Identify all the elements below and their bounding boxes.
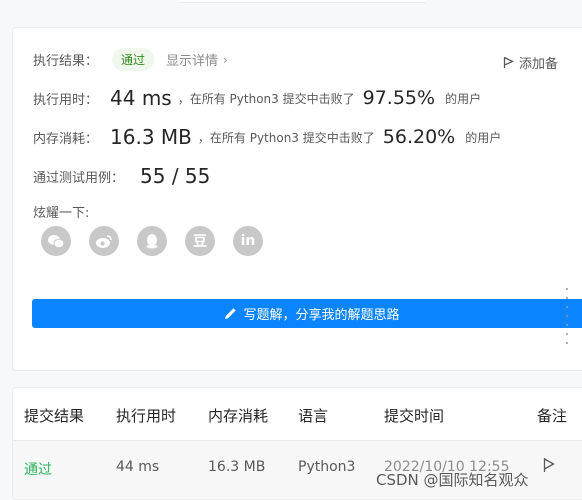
- write-solution-label: 写题解，分享我的解题思路: [243, 308, 400, 323]
- douban-icon[interactable]: 豆: [185, 226, 215, 256]
- write-solution-button[interactable]: 写题解，分享我的解题思路: [32, 299, 582, 328]
- memory-suffix: 的用户: [465, 130, 502, 145]
- memory-label: 内存消耗：: [33, 131, 99, 147]
- qq-icon[interactable]: [137, 226, 167, 256]
- pencil-icon: [225, 308, 237, 319]
- header-language: 语言: [298, 407, 329, 425]
- runtime-row: 执行用时： 44 ms ，在所有 Python3 提交中击败了 97.55% 的…: [33, 86, 481, 110]
- flag-icon: [503, 56, 514, 68]
- header-time: 提交时间: [384, 407, 445, 425]
- testcases-value: 55 / 55: [140, 164, 211, 188]
- row-runtime: 44 ms: [116, 459, 160, 475]
- linkedin-icon[interactable]: in: [233, 226, 263, 256]
- runtime-suffix: 的用户: [445, 91, 482, 106]
- memory-value: 16.3 MB: [110, 125, 192, 149]
- row-note-flag[interactable]: [543, 457, 555, 477]
- runtime-value: 44 ms: [110, 86, 172, 110]
- watermark: CSDN @国际知名观众: [376, 471, 529, 489]
- share-row: 炫耀一下:: [33, 202, 89, 221]
- row-result-link[interactable]: 通过: [24, 459, 52, 479]
- weibo-glyph: [96, 234, 112, 248]
- flag-icon: [543, 458, 555, 472]
- chevron-right-icon: ›: [223, 52, 228, 67]
- show-details-link[interactable]: 显示详情 ›: [166, 50, 228, 70]
- header-result: 提交结果: [24, 407, 85, 425]
- row-memory: 16.3 MB: [208, 459, 266, 475]
- linkedin-glyph: in: [240, 233, 256, 249]
- table-header: 提交结果 执行用时 内存消耗 语言 提交时间 备注: [13, 388, 582, 441]
- wechat-icon[interactable]: [41, 226, 71, 256]
- add-note-label: 添加备: [519, 57, 559, 72]
- runtime-label: 执行用时：: [33, 92, 99, 108]
- header-note: 备注: [537, 407, 568, 425]
- header-runtime: 执行用时: [116, 407, 177, 425]
- previous-card-edge: [180, 0, 425, 3]
- weibo-icon[interactable]: [89, 226, 119, 256]
- scroll-indicator: [566, 288, 570, 344]
- testcases-label: 通过测试用例：: [33, 170, 125, 186]
- douban-glyph: 豆: [193, 234, 207, 250]
- memory-percent: 56.20%: [382, 126, 456, 148]
- result-row: 执行结果： 通过 显示详情 ›: [33, 48, 228, 71]
- add-note-button[interactable]: 添加备: [503, 53, 558, 72]
- testcases-row: 通过测试用例： 55 / 55: [33, 164, 210, 188]
- row-language: Python3: [298, 459, 356, 475]
- share-icons: 豆 in: [41, 226, 281, 256]
- runtime-mid-text: ，在所有 Python3 提交中击败了: [177, 91, 355, 106]
- header-memory: 内存消耗: [208, 407, 269, 425]
- share-label: 炫耀一下:: [33, 206, 90, 221]
- show-details-label: 显示详情: [166, 54, 219, 69]
- memory-row: 内存消耗： 16.3 MB ，在所有 Python3 提交中击败了 56.20%…: [33, 125, 501, 149]
- runtime-percent: 97.55%: [362, 87, 436, 109]
- qq-glyph: [146, 234, 158, 249]
- result-label: 执行结果：: [33, 54, 99, 69]
- wechat-glyph: [48, 234, 65, 248]
- status-badge: 通过: [112, 48, 155, 71]
- result-card: 执行结果： 通过 显示详情 › 添加备 执行用时： 44 ms ，在所有 Pyt…: [12, 27, 582, 371]
- memory-mid-text: ，在所有 Python3 提交中击败了: [197, 130, 375, 145]
